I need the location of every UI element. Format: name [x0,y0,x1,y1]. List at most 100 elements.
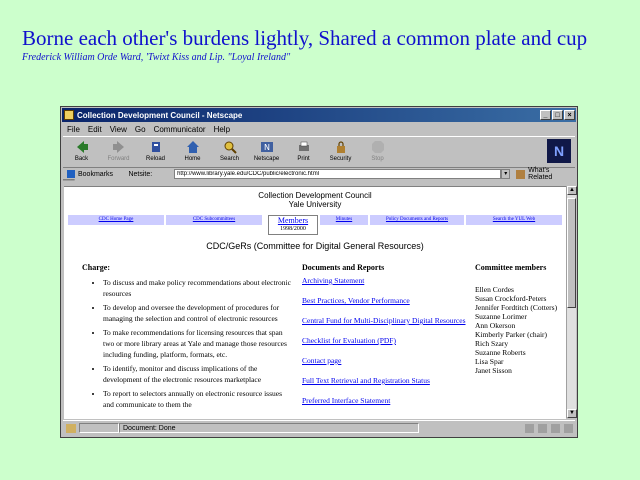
list-item: Suzanne Roberts [475,348,526,357]
progress-field [79,423,119,433]
menu-communicator[interactable]: Communicator [154,125,206,134]
svg-text:N: N [264,143,270,152]
security-button[interactable]: Security [322,138,359,166]
stop-label: Stop [371,156,384,162]
documents-heading: Documents and Reports [302,263,385,272]
doc-link[interactable]: Contact page [302,355,470,366]
navigator-icon[interactable] [525,423,534,433]
print-icon [297,140,311,154]
slide-title: Borne each other's burdens lightly, Shar… [22,26,588,50]
forward-button[interactable]: Forward [100,138,137,166]
related-icon [516,169,526,179]
search-label: Search [219,156,239,162]
list-item: To report to selectors annually on elect… [103,388,293,410]
list-item: To make recommendations for licensing re… [103,327,293,360]
minimize-button[interactable]: _ [540,110,551,120]
status-lock-icon[interactable] [66,423,76,433]
reload-label: Reload [145,156,165,162]
forward-icon [112,140,126,154]
nav-link-search[interactable]: Search the YUL Web [466,215,562,225]
documents-list: Archiving Statement Best Practices, Vend… [302,275,470,415]
url-input[interactable] [174,169,502,179]
list-item: Kimberly Parker (chair) [475,330,548,339]
menu-bar: File Edit View Go Communicator Help [63,123,575,135]
vertical-scrollbar[interactable]: ▲ ▼ [566,186,577,418]
netscape-icon: N [260,140,274,154]
app-icon [64,110,74,120]
whats-related-button[interactable]: What's Related [516,167,575,181]
bookmarks-button[interactable]: Bookmarks [67,170,128,178]
netscape-logo[interactable]: N [547,139,571,163]
menu-go[interactable]: Go [135,125,146,134]
members-box: Members 1998/2000 [268,215,318,235]
menu-view[interactable]: View [110,125,127,134]
scroll-down-arrow[interactable]: ▼ [567,409,577,418]
list-item: Lisa Spar [475,357,504,366]
home-button[interactable]: Home [174,138,211,166]
news-icon[interactable] [551,423,560,433]
stop-button[interactable]: Stop [359,138,396,166]
nav-link-home[interactable]: CDC Home Page [68,215,164,225]
list-item: To identify, monitor and discuss implica… [103,363,293,385]
committee-title: CDC/GeRs (Committee for Digital General … [206,241,424,251]
forward-label: Forward [107,156,130,162]
home-icon [186,140,200,154]
list-item: Ann Okerson [475,321,516,330]
security-icon [334,140,348,154]
doc-link[interactable]: Checklist for Evaluation (PDF) [302,335,470,346]
members-list: Ellen Cordes Susan Crockford-Peters Jenn… [475,285,563,375]
list-item: Janet Sisson [475,366,512,375]
bookmarks-label: Bookmarks [78,170,114,178]
print-button[interactable]: Print [285,138,322,166]
title-bar[interactable]: Collection Development Council - Netscap… [62,108,576,122]
location-label: Netsite: [128,170,153,178]
list-item: Jennifer Fordtitch (Cotters) [475,303,558,312]
list-item: To develop and oversee the development o… [103,302,293,324]
doc-link[interactable]: Archiving Statement [302,275,470,286]
maximize-button[interactable]: □ [552,110,563,120]
component-bar [523,423,575,433]
menu-edit[interactable]: Edit [88,125,102,134]
scroll-up-arrow[interactable]: ▲ [567,186,577,195]
list-item: Susan Crockford-Peters [475,294,547,303]
doc-link[interactable]: Best Practices, Vendor Performance [302,295,470,306]
page-content: Collection Development Council Yale Univ… [64,186,566,419]
navigation-toolbar: Back Forward Reload Home Search N Netsca… [63,136,575,168]
netscape-label: Netscape [253,156,280,162]
back-button[interactable]: Back [63,138,100,166]
back-label: Back [74,156,89,162]
location-label-area: Netsite: [128,171,174,178]
composer-icon[interactable] [564,423,573,433]
search-button[interactable]: Search [211,138,248,166]
netscape-button[interactable]: N Netscape [248,138,285,166]
print-label: Print [297,156,310,162]
site-nav: CDC Home Page CDC Subcommittees Members … [68,215,562,239]
list-item: To discuss and make policy recommendatio… [103,277,293,299]
nav-link-subcommittees[interactable]: CDC Subcommittees [166,215,262,225]
menu-help[interactable]: Help [214,125,230,134]
home-label: Home [184,156,201,162]
nav-link-minutes[interactable]: Minutes [320,215,368,225]
nav-link-members[interactable]: Members [269,216,317,225]
close-button[interactable]: × [564,110,575,120]
nav-link-policy[interactable]: Policy Documents and Reports [370,215,464,225]
bookmarks-icon [67,170,75,178]
back-icon [75,140,89,154]
security-label: Security [329,156,352,162]
org-university: Yale University [288,200,342,209]
scroll-thumb[interactable] [567,198,576,308]
members-date: 1998/2000 [280,226,306,232]
status-text: Document: Done [119,423,419,433]
reload-button[interactable]: Reload [137,138,174,166]
doc-link[interactable]: Preferred Interface Statement [302,395,470,406]
doc-link[interactable]: Full Text Retrieval and Registration Sta… [302,375,470,386]
mail-icon[interactable] [538,423,547,433]
window-title: Collection Development Council - Netscap… [77,110,243,120]
search-icon [223,140,237,154]
menu-file[interactable]: File [67,125,80,134]
browser-window: Collection Development Council - Netscap… [60,106,578,438]
doc-link[interactable]: Central Fund for Multi-Disciplinary Digi… [302,315,470,326]
list-item: Ellen Cordes [475,285,514,294]
url-dropdown[interactable]: ▾ [501,169,511,179]
org-name: Collection Development Council [258,191,372,200]
